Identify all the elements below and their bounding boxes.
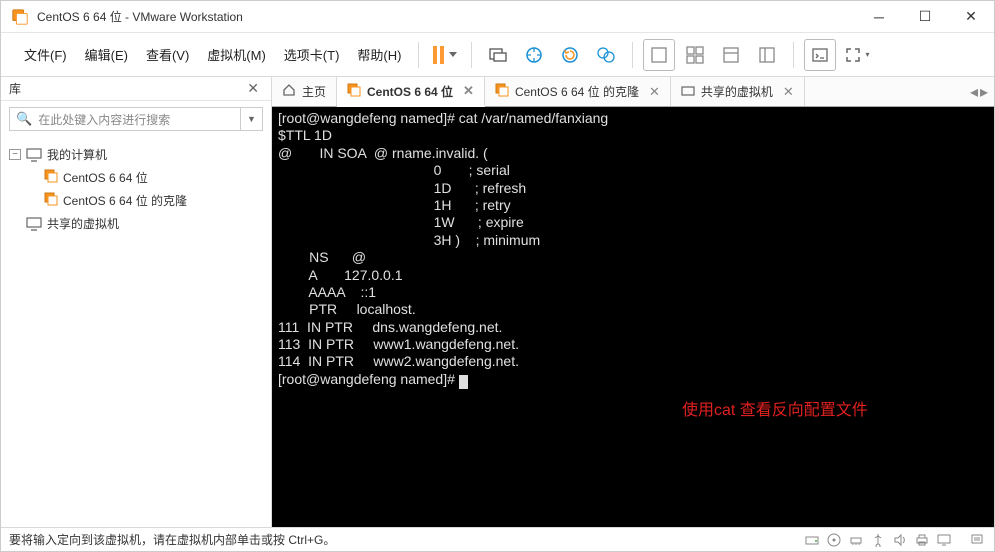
vmware-app-icon <box>11 8 29 26</box>
shared-vm-icon <box>681 86 695 98</box>
manage-snapshots-icon[interactable] <box>590 39 622 71</box>
message-log-icon[interactable] <box>970 532 986 548</box>
tab-centos[interactable]: CentOS 6 64 位 ✕ <box>337 77 485 107</box>
library-tree: − 我的计算机 CentOS 6 64 位 CentOS 6 64 位 的克隆 … <box>1 137 271 241</box>
vm-console[interactable]: [root@wangdefeng named]# cat /var/named/… <box>272 107 994 527</box>
pause-button[interactable] <box>429 39 461 71</box>
vm-icon <box>44 169 58 186</box>
tab-nav: ◂ ▸ <box>964 77 994 106</box>
tree-item-centos-clone[interactable]: CentOS 6 64 位 的克隆 <box>9 189 263 212</box>
toolbar-separator <box>793 42 794 68</box>
sound-icon[interactable] <box>892 532 908 548</box>
statusbar: 要将输入定向到该虚拟机，请在虚拟机内部单击或按 Ctrl+G。 <box>1 527 994 551</box>
toolbar-separator <box>418 42 419 68</box>
tree-item-centos[interactable]: CentOS 6 64 位 <box>9 166 263 189</box>
statusbar-icons <box>804 532 986 548</box>
tab-prev-icon[interactable]: ◂ <box>970 82 978 102</box>
vm-icon <box>44 192 58 209</box>
tab-label: 主页 <box>302 83 326 100</box>
computer-icon <box>26 148 42 162</box>
console-view-icon[interactable] <box>804 39 836 71</box>
main-area: 主页 CentOS 6 64 位 ✕ CentOS 6 64 位 的克隆 ✕ 共… <box>272 77 994 527</box>
terminal-cursor <box>459 375 468 389</box>
snapshot-icon[interactable] <box>518 39 550 71</box>
tree-root-my-computer[interactable]: − 我的计算机 <box>9 143 263 166</box>
library-search-input[interactable]: 🔍 在此处键入内容进行搜索 <box>9 107 241 131</box>
revert-snapshot-icon[interactable] <box>554 39 586 71</box>
library-close-icon[interactable]: ✕ <box>243 80 263 97</box>
tab-row: 主页 CentOS 6 64 位 ✕ CentOS 6 64 位 的克隆 ✕ 共… <box>272 77 994 107</box>
tree-item-label: 共享的虚拟机 <box>47 215 119 232</box>
tab-close-icon[interactable]: ✕ <box>463 83 474 99</box>
window-controls: ─ ☐ ✕ <box>856 1 994 33</box>
menu-edit[interactable]: 编辑(E) <box>76 39 137 70</box>
tab-close-icon[interactable]: ✕ <box>783 84 794 100</box>
menu-help[interactable]: 帮助(H) <box>348 39 410 70</box>
view-expand-icon[interactable] <box>715 39 747 71</box>
tree-item-shared-vms[interactable]: 共享的虚拟机 <box>9 212 263 235</box>
home-icon <box>282 83 296 100</box>
tab-centos-clone[interactable]: CentOS 6 64 位 的克隆 ✕ <box>485 77 671 106</box>
menu-file[interactable]: 文件(F) <box>15 39 76 70</box>
unity-mode-icon[interactable] <box>751 39 783 71</box>
search-dropdown[interactable]: ▼ <box>241 107 263 131</box>
content-area: 库 ✕ 🔍 在此处键入内容进行搜索 ▼ − 我的计算机 CentOS 6 64 … <box>1 77 994 527</box>
hard-disk-icon[interactable] <box>804 532 820 548</box>
tab-close-icon[interactable]: ✕ <box>649 84 660 100</box>
toolbar-separator <box>632 42 633 68</box>
search-placeholder: 在此处键入内容进行搜索 <box>38 111 170 128</box>
tab-label: 共享的虚拟机 <box>701 83 773 100</box>
titlebar: CentOS 6 64 位 - VMware Workstation ─ ☐ ✕ <box>1 1 994 33</box>
tab-home[interactable]: 主页 <box>272 77 337 106</box>
library-header: 库 ✕ <box>1 77 271 101</box>
view-tile-icon[interactable] <box>679 39 711 71</box>
tree-item-label: CentOS 6 64 位 的克隆 <box>63 192 187 209</box>
menu-vm[interactable]: 虚拟机(M) <box>198 39 275 70</box>
shared-vm-icon <box>26 217 42 231</box>
maximize-button[interactable]: ☐ <box>902 1 948 33</box>
menu-view[interactable]: 查看(V) <box>137 39 198 70</box>
vm-icon <box>347 83 361 100</box>
cd-dvd-icon[interactable] <box>826 532 842 548</box>
statusbar-text: 要将输入定向到该虚拟机，请在虚拟机内部单击或按 Ctrl+G。 <box>9 531 804 548</box>
tab-label: CentOS 6 64 位 <box>367 83 453 100</box>
tree-item-label: CentOS 6 64 位 <box>63 169 148 186</box>
display-icon[interactable] <box>936 532 952 548</box>
tab-next-icon[interactable]: ▸ <box>980 82 988 102</box>
close-button[interactable]: ✕ <box>948 1 994 33</box>
fullscreen-icon[interactable]: ▾ <box>840 39 872 71</box>
library-search-row: 🔍 在此处键入内容进行搜索 ▼ <box>1 101 271 137</box>
library-sidebar: 库 ✕ 🔍 在此处键入内容进行搜索 ▼ − 我的计算机 CentOS 6 64 … <box>1 77 272 527</box>
usb-icon[interactable] <box>870 532 886 548</box>
minimize-button[interactable]: ─ <box>856 1 902 33</box>
tree-root-label: 我的计算机 <box>47 146 107 163</box>
vm-icon <box>495 83 509 100</box>
tab-label: CentOS 6 64 位 的克隆 <box>515 83 639 100</box>
window-title: CentOS 6 64 位 - VMware Workstation <box>37 8 856 25</box>
menubar: 文件(F) 编辑(E) 查看(V) 虚拟机(M) 选项卡(T) 帮助(H) ▾ <box>1 33 994 77</box>
collapse-icon[interactable]: − <box>9 149 21 160</box>
annotation-text: 使用cat 查看反向配置文件 <box>682 402 868 420</box>
network-adapter-icon[interactable] <box>848 532 864 548</box>
send-ctrl-alt-del-icon[interactable] <box>482 39 514 71</box>
toolbar-separator <box>471 42 472 68</box>
tab-shared-vms[interactable]: 共享的虚拟机 ✕ <box>671 77 805 106</box>
menu-tabs[interactable]: 选项卡(T) <box>275 39 349 70</box>
view-single-icon[interactable] <box>643 39 675 71</box>
library-title: 库 <box>9 80 243 97</box>
search-icon: 🔍 <box>16 111 32 127</box>
printer-icon[interactable] <box>914 532 930 548</box>
